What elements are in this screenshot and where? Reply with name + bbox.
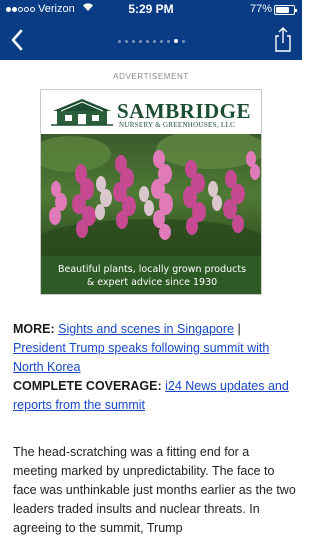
page-dot: [159, 40, 163, 43]
battery-icon: [274, 5, 297, 15]
page-dot: [138, 40, 142, 43]
page-indicator: [0, 39, 302, 43]
app-header: Verizon 5:29 PM 77%: [0, 0, 302, 60]
page-dot: [181, 40, 185, 43]
advertisement-banner[interactable]: SAMBRIDGE NURSERY & GREENHOUSES, LLC Bea…: [40, 89, 262, 295]
page-dot: [166, 40, 170, 43]
page-dot: [131, 40, 135, 43]
link-separator: |: [233, 322, 241, 336]
ad-brand-area: SAMBRIDGE NURSERY & GREENHOUSES, LLC: [41, 90, 261, 134]
share-icon: [275, 27, 291, 52]
page-dot: [173, 39, 178, 43]
page-dot: [152, 40, 156, 43]
link-trump-speaks[interactable]: President Trump speaks following summit …: [13, 341, 269, 374]
foxglove-flowers-photo: [41, 134, 261, 256]
battery-percent: 77%: [249, 3, 272, 15]
article-paragraph: The head-scratching was a fitting end fo…: [13, 445, 296, 535]
status-bar: Verizon 5:29 PM 77%: [0, 0, 302, 20]
ad-tagline-line1: Beautiful plants, locally grown products: [57, 264, 247, 275]
ad-tagline-line2: & expert advice since 1930: [86, 277, 218, 288]
barn-logo-icon: [51, 99, 113, 126]
complete-coverage-label: COMPLETE COVERAGE:: [13, 379, 162, 393]
page-dot: [124, 40, 128, 43]
advertisement-label: ADVERTISEMENT: [113, 72, 189, 81]
nav-bar: [0, 20, 302, 60]
related-links-block: MORE: Sights and scenes in Singapore | P…: [13, 320, 295, 415]
link-sights-singapore[interactable]: Sights and scenes in Singapore: [58, 322, 234, 336]
page-dot: [145, 40, 149, 43]
page-dot: [117, 40, 121, 43]
ad-brand-subtitle: NURSERY & GREENHOUSES, LLC: [119, 121, 236, 129]
share-button[interactable]: [270, 23, 296, 57]
more-label: MORE:: [13, 322, 55, 336]
ad-tagline: Beautiful plants, locally grown products…: [41, 256, 261, 294]
